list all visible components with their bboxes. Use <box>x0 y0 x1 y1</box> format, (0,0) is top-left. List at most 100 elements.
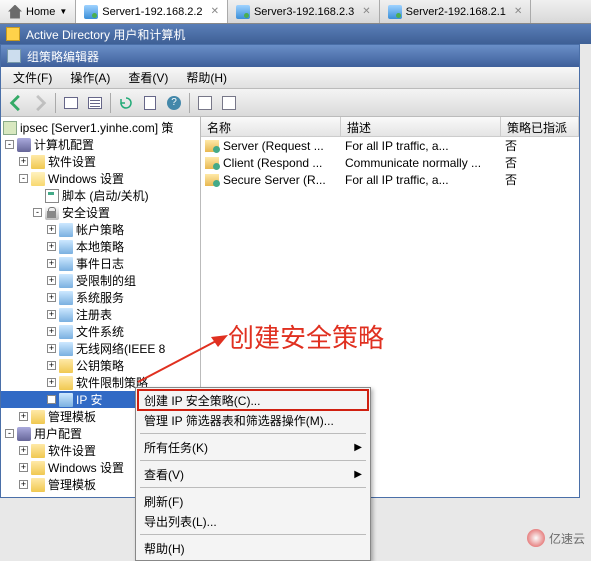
expand-icon[interactable]: + <box>19 412 28 421</box>
ctx-refresh[interactable]: 刷新(F) <box>138 491 368 511</box>
expand-icon[interactable]: + <box>47 361 56 370</box>
expand-icon[interactable]: + <box>47 395 56 404</box>
tree-scripts[interactable]: 脚本 (启动/关机) <box>1 187 200 204</box>
tree-local-policy[interactable]: +本地策略 <box>1 238 200 255</box>
help-button[interactable]: ? <box>163 92 185 114</box>
folder-icon <box>31 478 45 492</box>
col-desc[interactable]: 描述 <box>341 117 501 136</box>
tree-event-log[interactable]: +事件日志 <box>1 255 200 272</box>
col-assigned[interactable]: 策略已指派 <box>501 117 579 136</box>
tree-security-settings[interactable]: -安全设置 <box>1 204 200 221</box>
tab-server2[interactable]: Server2-192.168.2.1 ✕ <box>380 0 532 23</box>
menu-file[interactable]: 文件(F) <box>5 67 60 88</box>
ctx-help[interactable]: 帮助(H) <box>138 538 368 558</box>
list-row[interactable]: Server (Request ... For all IP traffic, … <box>201 137 579 154</box>
cell-name: Secure Server (R... <box>223 173 345 187</box>
expand-icon[interactable]: + <box>47 276 56 285</box>
expand-icon[interactable]: + <box>47 259 56 268</box>
ctx-create-ip-policy[interactable]: 创建 IP 安全策略(C)... <box>138 390 368 410</box>
tree-registry[interactable]: +注册表 <box>1 306 200 323</box>
expand-icon[interactable]: + <box>47 225 56 234</box>
tree-root[interactable]: ipsec [Server1.yinhe.com] 策 <box>1 119 200 136</box>
tab-server3[interactable]: Server3-192.168.2.3 ✕ <box>228 0 380 23</box>
tree-restricted-groups[interactable]: +受限制的组 <box>1 272 200 289</box>
expand-icon[interactable]: + <box>19 480 28 489</box>
list-row[interactable]: Client (Respond ... Communicate normally… <box>201 154 579 171</box>
collapse-icon[interactable]: - <box>5 140 14 149</box>
cell-name: Client (Respond ... <box>223 156 345 170</box>
collapse-icon[interactable]: - <box>19 174 28 183</box>
cell-name: Server (Request ... <box>223 139 345 153</box>
tree-software-settings[interactable]: +软件设置 <box>1 153 200 170</box>
separator <box>189 93 190 113</box>
grid1-button[interactable] <box>194 92 216 114</box>
expand-icon[interactable]: + <box>19 157 28 166</box>
ctx-all-tasks[interactable]: 所有任务(K)▶ <box>138 437 368 457</box>
policy-icon <box>3 121 17 135</box>
tree-windows-settings[interactable]: -Windows 设置 <box>1 170 200 187</box>
refresh-button[interactable] <box>115 92 137 114</box>
properties-button[interactable] <box>139 92 161 114</box>
tree-account-policy[interactable]: +帐户策略 <box>1 221 200 238</box>
expand-icon[interactable]: + <box>47 378 56 387</box>
expand-icon[interactable]: + <box>47 293 56 302</box>
watermark: 亿速云 <box>527 529 585 547</box>
close-icon[interactable]: ✕ <box>362 6 370 17</box>
tree-public-key[interactable]: +公钥策略 <box>1 357 200 374</box>
dropdown-icon[interactable]: ▼ <box>59 7 67 16</box>
close-icon[interactable]: ✕ <box>211 6 219 17</box>
server-icon <box>236 5 250 19</box>
policy-icon <box>59 257 73 271</box>
ad-title-text: Active Directory 用户和计算机 <box>26 26 185 43</box>
ctx-export-list[interactable]: 导出列表(L)... <box>138 511 368 531</box>
tree-computer-config[interactable]: -计算机配置 <box>1 136 200 153</box>
grid2-button[interactable] <box>218 92 240 114</box>
nav-back-button[interactable] <box>5 92 27 114</box>
folder-icon <box>31 461 45 475</box>
collapse-icon[interactable]: - <box>33 208 42 217</box>
expand-icon[interactable]: + <box>19 446 28 455</box>
tab-home[interactable]: Home ▼ <box>0 0 76 23</box>
expand-icon[interactable]: + <box>47 344 56 353</box>
gpe-icon <box>7 49 21 63</box>
separator <box>140 487 366 488</box>
expand-icon[interactable]: + <box>47 242 56 251</box>
folder-icon <box>31 155 45 169</box>
expand-icon[interactable]: + <box>47 310 56 319</box>
ctx-manage-filters[interactable]: 管理 IP 筛选器表和筛选器操作(M)... <box>138 410 368 430</box>
context-menu: 创建 IP 安全策略(C)... 管理 IP 筛选器表和筛选器操作(M)... … <box>135 387 371 561</box>
expand-icon[interactable]: + <box>47 327 56 336</box>
menu-view[interactable]: 查看(V) <box>120 67 176 88</box>
tree-filesystem[interactable]: +文件系统 <box>1 323 200 340</box>
menu-action[interactable]: 操作(A) <box>62 67 118 88</box>
policy-item-icon <box>205 140 219 152</box>
separator <box>140 460 366 461</box>
lock-icon <box>45 206 59 220</box>
policy-icon <box>59 274 73 288</box>
close-icon[interactable]: ✕ <box>514 6 522 17</box>
gpe-titlebar[interactable]: 组策略编辑器 <box>1 45 579 67</box>
cell-assigned: 否 <box>505 154 517 171</box>
tree-wireless[interactable]: +无线网络(IEEE 8 <box>1 340 200 357</box>
list-row[interactable]: Secure Server (R... For all IP traffic, … <box>201 171 579 188</box>
policy-icon <box>59 291 73 305</box>
home-icon <box>8 5 22 19</box>
tree-system-services[interactable]: +系统服务 <box>1 289 200 306</box>
tab-server1[interactable]: Server1-192.168.2.2 ✕ <box>76 0 228 23</box>
console-button[interactable] <box>60 92 82 114</box>
menubar: 文件(F) 操作(A) 查看(V) 帮助(H) <box>1 67 579 89</box>
folder-icon <box>31 444 45 458</box>
ctx-view[interactable]: 查看(V)▶ <box>138 464 368 484</box>
config-icon <box>17 427 31 441</box>
policy-icon <box>59 325 73 339</box>
collapse-icon[interactable]: - <box>5 429 14 438</box>
folder-icon <box>59 359 73 373</box>
menu-help[interactable]: 帮助(H) <box>178 67 235 88</box>
policy-icon <box>59 240 73 254</box>
list-button[interactable] <box>84 92 106 114</box>
policy-icon <box>59 223 73 237</box>
cell-assigned: 否 <box>505 171 517 188</box>
col-name[interactable]: 名称 <box>201 117 341 136</box>
folder-open-icon <box>31 172 45 186</box>
expand-icon[interactable]: + <box>19 463 28 472</box>
